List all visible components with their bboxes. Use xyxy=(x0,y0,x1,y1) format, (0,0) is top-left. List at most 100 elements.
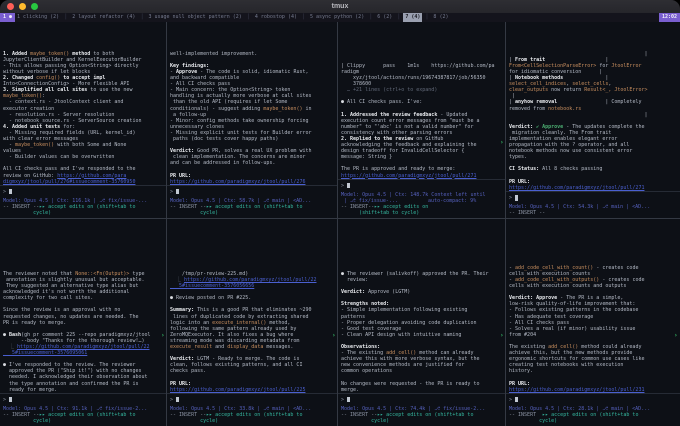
text-segment: add_cell() xyxy=(386,350,416,356)
tmux-window-tab[interactable]: 7 (4) xyxy=(403,13,422,22)
tmux-window-tab[interactable]: 8 (2) xyxy=(431,13,450,22)
text-segment: Approve xyxy=(539,124,563,130)
url-link[interactable]: https://github.com/paradigmxyz/jtool/pul… xyxy=(170,387,305,393)
terminal-line: -- INSERT -- xyxy=(509,210,677,216)
text-segment: - Main concern: the Option<String> token xyxy=(170,87,290,93)
prompt-input[interactable]: > xyxy=(338,393,505,406)
text-segment: ⎿ xyxy=(170,277,184,283)
text-segment: - Has adequate test coverage xyxy=(509,314,593,320)
url-link[interactable]: https://github.com/para xyxy=(57,173,126,179)
text-segment: Model: Opus 4.5 | Ctx: 58.7k | ⎇ main | … xyxy=(170,198,311,204)
text-segment: streaming mode was discarding metadata f… xyxy=(170,338,299,344)
text-segment: config() xyxy=(36,75,60,81)
window-separator: │ xyxy=(299,13,308,22)
tmux-window-tab[interactable]: 1 clicking (2) xyxy=(15,13,61,22)
pane-output: ● The reviewer (salivkoff) approved the … xyxy=(338,219,505,393)
terminal-pane-6[interactable]: /tmp/pr-review-225.md) ⎿ https://github.… xyxy=(167,219,337,426)
text-segment: : xyxy=(42,93,45,99)
tmux-window-tab[interactable]: 6 (2) xyxy=(375,13,394,22)
text-segment: cycle) xyxy=(3,210,51,216)
text-segment: xyz/jtool/actions/runs/19674387817/job/5… xyxy=(341,75,486,81)
text-segment: PR is ready to merge. xyxy=(3,320,66,326)
url-link[interactable]: https://github.com/paradigmxyz/jtool/pul… xyxy=(184,277,316,283)
text-segment: None::<Fn(Output)> xyxy=(75,271,129,277)
terminal-line: cycle) xyxy=(170,418,334,424)
pane-statusline: Model: Opus 4.5 | Ctx: 28.1k | ⎇ main | … xyxy=(506,406,680,426)
text-segment: - context.rs - JtoolContext client and xyxy=(3,99,123,105)
text-segment: Key findings: xyxy=(170,63,209,69)
text-segment: - creates code xyxy=(599,277,644,283)
prompt-input[interactable]: > xyxy=(0,393,166,406)
terminal-pane-7[interactable]: ● The reviewer (salivkoff) approved the … xyxy=(338,219,505,426)
text-segment: 4. Added unit tests xyxy=(3,124,60,130)
text-segment: - Builder values can be overwritten xyxy=(3,154,114,160)
url-link[interactable]: digmxyz/jtool/pull/276#issuecomment-3576… xyxy=(3,179,135,185)
text-segment: clean implementation. The concerns are m… xyxy=(170,154,305,160)
text-segment: - notebook_source.rs - ServerSource crea… xyxy=(3,118,141,124)
pane-output: | Clippy pass 1m1s https://github.com/pa… xyxy=(338,22,505,179)
text-segment: Observations: xyxy=(341,344,380,350)
terminal-pane-2[interactable]: well-implemented improvement. Key findin… xyxy=(167,22,337,218)
prompt-input[interactable]: > xyxy=(338,179,505,192)
terminal-line: cycle) xyxy=(170,210,334,216)
text-segment: PR URL: xyxy=(170,173,191,179)
text-segment: clear_outputs xyxy=(509,87,548,93)
window-separator: │ xyxy=(244,13,253,22)
terminal-pane-4[interactable]: || From trait |From<CellSelectionParseEr… xyxy=(506,22,680,218)
url-link[interactable]: https://github.com/paradigmxyz/jtool/pul… xyxy=(509,185,644,191)
text-segment: achieve this, but the new methods provid… xyxy=(509,350,632,356)
tmux-window-tab[interactable]: 4 robostop (4) xyxy=(253,13,299,22)
text-segment: common operations xyxy=(341,368,392,374)
text-segment: clean, follows existing patterns, and al… xyxy=(170,362,302,368)
url-link[interactable]: https://github.com/paradigmxyz/jtool/pul… xyxy=(341,173,476,179)
window-titlebar[interactable]: tmux xyxy=(0,0,680,13)
pane-statusline: Model: Opus 4.5 | Ctx: 74.4k | ⎇ fix/iss… xyxy=(338,406,505,426)
text-segment: -- INSERT -- xyxy=(3,204,39,210)
text-segment: logic into an xyxy=(170,320,212,326)
text-segment: | xyxy=(563,75,608,81)
terminal-pane-5[interactable]: The reviewer noted that None::<Fn(Output… xyxy=(0,219,166,426)
text-segment: -- INSERT xyxy=(509,412,542,418)
text-segment: on GitHub xyxy=(413,136,443,142)
text-segment: (shift+tab to cycle) xyxy=(341,210,419,216)
terminal-pane-8[interactable]: - add_code_cell_with_count() - creates c… xyxy=(506,219,680,426)
text-segment: , xyxy=(608,81,611,87)
text-segment: maybe_token() xyxy=(30,51,69,57)
tmux-window-tab[interactable]: 3 usage null object pattern (2) xyxy=(146,13,243,22)
url-link[interactable]: https://github.com/paradigmxyz/jtool/pul… xyxy=(509,387,644,393)
url-link[interactable]: 5#issuecomment-3576095061 xyxy=(3,350,87,356)
tmux-window-tab[interactable]: 5 async python (2) xyxy=(308,13,366,22)
text-segment: - Missing explicit unit tests for Builde… xyxy=(170,130,311,136)
pane-statusline: Model: Opus 4.5 | Ctx: 33.8k | ⎇ main | … xyxy=(167,406,337,426)
text-segment: acknowledging the feedback and explainin… xyxy=(341,142,476,148)
tmux-window-tab[interactable]: 2 layout refactor (4) xyxy=(70,13,137,22)
text-segment: to accept impl xyxy=(60,75,105,81)
text-segment: - Proper delegation avoiding code duplic… xyxy=(341,320,476,326)
text-segment: Strengths noted: xyxy=(341,301,389,307)
text-segment: history. xyxy=(509,368,533,374)
text-segment: - Follows existing patterns in the codeb… xyxy=(509,307,638,313)
url-link[interactable]: https://github.com/paradigmxyz/jtool/pul… xyxy=(170,179,305,185)
text-segment: - Solves a real (if minor) usability iss… xyxy=(509,326,635,332)
text-segment: new convenience methods are justified fo… xyxy=(341,362,464,368)
prompt-input[interactable]: > xyxy=(167,393,337,406)
text-cursor xyxy=(347,183,350,189)
tmux-window-list: 1 clicking (2) │ 2 layout refactor (4) │… xyxy=(15,13,450,22)
text-segment: low-risk quality-of-life improvement tha… xyxy=(509,301,635,307)
url-link[interactable]: https://github.com/paradigmxyz/jtool/pul… xyxy=(17,344,149,350)
text-segment: to both xyxy=(90,51,114,57)
prompt-input[interactable]: > xyxy=(506,393,680,406)
text-segment: implementation enables elegant error xyxy=(509,136,617,142)
terminal-line: cycle) xyxy=(341,418,502,424)
prompt-input[interactable]: > xyxy=(167,185,337,198)
text-segment: 1. Addressed the review feedback xyxy=(341,112,437,118)
text-segment: Approve (LGTM) xyxy=(365,289,410,295)
prompt-input[interactable]: > xyxy=(0,185,166,198)
terminal-pane-3[interactable]: | Clippy pass 1m1s https://github.com/pa… xyxy=(338,22,505,218)
text-segment: ergonomic shortcuts for common use cases… xyxy=(509,356,644,362)
text-segment: approved the PR ("Ship it!") with no cha… xyxy=(3,368,141,374)
prompt-input[interactable]: > xyxy=(506,191,680,204)
terminal-pane-1[interactable]: 1. Added maybe_token() method to bothJup… xyxy=(0,22,166,218)
url-link[interactable]: 5#issuecomment-3576056656 xyxy=(170,283,254,289)
pane-output: The reviewer noted that None::<Fn(Output… xyxy=(0,219,166,393)
